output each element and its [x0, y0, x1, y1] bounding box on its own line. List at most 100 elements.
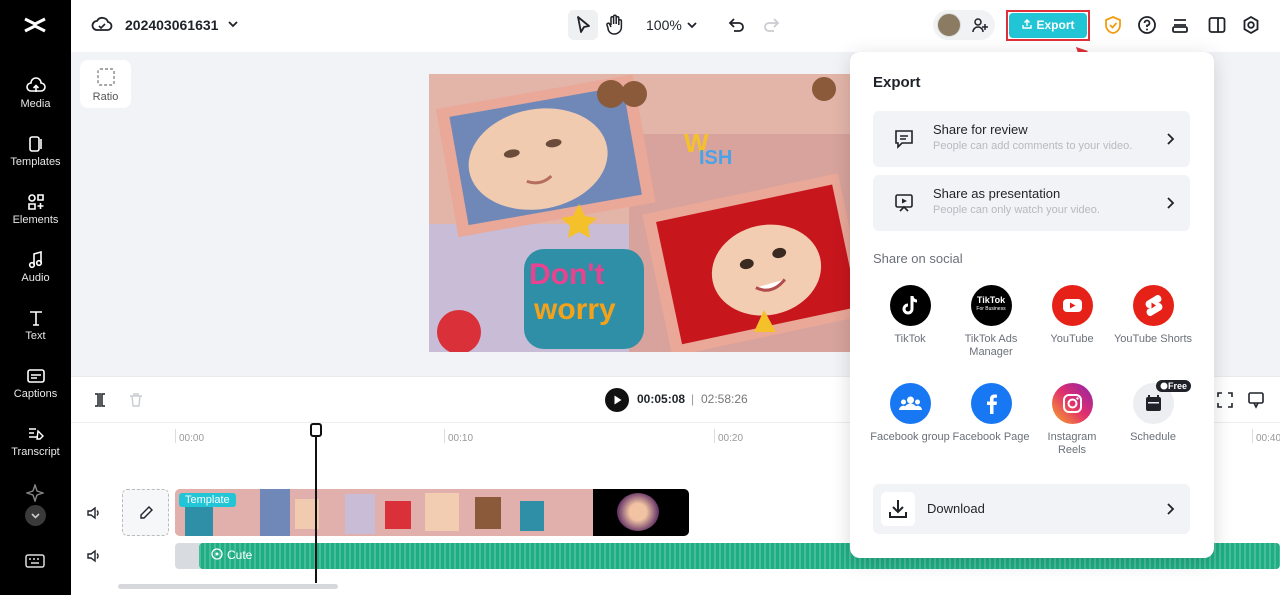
cursor-icon	[577, 16, 590, 33]
share-facebook-group-button[interactable]: Facebook group	[870, 383, 950, 444]
hand-tool-icon[interactable]	[605, 14, 625, 36]
undo-icon[interactable]	[726, 15, 746, 35]
schedule-post-button[interactable]: Schedule	[1113, 383, 1193, 444]
ruler-label: 00:00	[179, 433, 205, 444]
cloud-icon[interactable]	[91, 15, 113, 35]
text-icon	[29, 311, 42, 326]
sidebar-item-label: Elements	[12, 214, 59, 226]
sparkle-icon[interactable]	[26, 484, 44, 502]
total-duration: 02:58:26	[701, 392, 748, 406]
play-icon	[614, 395, 622, 405]
share-presentation-subtitle: People can only watch your video.	[933, 204, 1100, 216]
share-youtube-shorts-button[interactable]: YouTube Shorts	[1113, 285, 1193, 346]
sidebar-item-label: Text	[25, 330, 46, 342]
share-for-review-button[interactable]: Share for review People can add comments…	[873, 111, 1190, 167]
video-clip[interactable]: Template	[175, 489, 689, 536]
download-label: Download	[927, 501, 985, 516]
share-review-title: Share for review	[933, 122, 1028, 137]
tiktok-business-icon: TikTok For Business	[970, 285, 1012, 326]
shield-icon[interactable]	[1104, 15, 1122, 35]
share-facebook-page-button[interactable]: Facebook Page	[951, 383, 1031, 444]
sidebar-item-captions[interactable]: Captions	[0, 367, 71, 400]
delete-icon[interactable]	[128, 392, 144, 408]
share-instagram-reels-button[interactable]: Instagram Reels	[1032, 383, 1112, 457]
settings-icon[interactable]	[1241, 15, 1261, 35]
layers-icon[interactable]	[1170, 15, 1190, 35]
select-tool-button[interactable]	[568, 10, 598, 40]
facebook-group-icon	[889, 383, 931, 424]
sidebar-item-label: Transcript	[11, 446, 60, 458]
sidebar-item-templates[interactable]: Templates	[0, 135, 71, 168]
video-preview[interactable]: W ISH Don't worry	[429, 74, 851, 352]
project-title[interactable]: 202403061631	[125, 17, 218, 33]
audio-clip-label: Cute	[211, 548, 252, 562]
music-disc-icon	[211, 548, 223, 560]
share-tiktok-button[interactable]: TikTok	[870, 285, 950, 346]
cover-button[interactable]	[122, 489, 169, 536]
share-facebook-group-label: Facebook group	[870, 431, 950, 443]
fullscreen-icon[interactable]	[1217, 392, 1233, 408]
zoom-value: 100%	[646, 17, 682, 33]
more-tools-button[interactable]	[25, 505, 46, 526]
ruler-label: 00:40	[1256, 433, 1280, 444]
split-icon[interactable]	[92, 392, 108, 408]
export-button[interactable]: Export	[1009, 13, 1087, 38]
sidebar-item-label: Audio	[21, 272, 50, 284]
facebook-icon	[970, 383, 1012, 424]
sidebar-item-audio[interactable]: Audio	[0, 251, 71, 284]
volume-icon[interactable]	[86, 548, 102, 564]
export-panel-title: Export	[873, 74, 921, 91]
share-youtube-button[interactable]: YouTube	[1032, 285, 1112, 346]
video-frame-image: W ISH Don't worry	[429, 74, 851, 352]
capcut-logo[interactable]	[22, 12, 48, 38]
ratio-button[interactable]: Ratio	[80, 60, 131, 108]
chevron-down-icon[interactable]	[227, 18, 239, 30]
ruler-tick	[1252, 429, 1253, 443]
share-as-presentation-button[interactable]: Share as presentation People can only wa…	[873, 175, 1190, 231]
template-tag-label: Template	[185, 494, 230, 506]
download-button[interactable]: Download	[873, 484, 1190, 534]
playhead-handle[interactable]	[310, 423, 322, 437]
instagram-icon	[1051, 383, 1093, 424]
ratio-icon	[96, 68, 115, 86]
sidebar-item-label: Media	[20, 98, 51, 110]
add-user-icon[interactable]	[971, 16, 989, 34]
sidebar-item-text[interactable]: Text	[0, 309, 71, 342]
feedback-icon[interactable]	[1247, 391, 1265, 409]
youtube-icon	[1051, 285, 1093, 326]
upload-icon	[1022, 19, 1033, 29]
zoom-level[interactable]: 100%	[646, 17, 698, 33]
redo-icon[interactable]	[762, 15, 782, 35]
video-clip-end-thumbnail	[617, 493, 659, 531]
chevron-right-icon	[1167, 197, 1175, 209]
ruler-label: 00:10	[448, 433, 474, 444]
share-tiktok-ads-button[interactable]: TikTok For Business TikTok Ads Manager	[951, 285, 1031, 359]
share-tiktok-label: TikTok	[894, 333, 926, 345]
export-panel: Export Share for review People can add c…	[850, 52, 1214, 558]
share-facebook-page-label: Facebook Page	[952, 431, 1030, 443]
volume-icon[interactable]	[86, 505, 102, 521]
share-review-subtitle: People can add comments to your video.	[933, 140, 1133, 152]
current-time: 00:05:08	[637, 392, 686, 406]
sidebar-item-media[interactable]: Media	[0, 77, 71, 110]
templates-icon	[28, 136, 42, 152]
sidebar-item-transcript[interactable]: Transcript	[0, 425, 71, 458]
play-button[interactable]	[605, 388, 629, 412]
playhead[interactable]	[315, 423, 317, 583]
timeline-scrollbar[interactable]	[118, 584, 338, 589]
tiktok-icon	[889, 285, 931, 326]
panel-toggle-icon[interactable]	[1207, 15, 1227, 35]
svg-text:Don't: Don't	[529, 258, 604, 291]
help-icon[interactable]	[1137, 15, 1157, 35]
share-youtube-label: YouTube	[1050, 333, 1094, 345]
svg-text:ISH: ISH	[699, 147, 732, 169]
elements-icon	[27, 194, 44, 210]
keyboard-icon[interactable]	[25, 553, 45, 569]
sidebar-item-elements[interactable]: Elements	[0, 193, 71, 226]
share-tiktok-ads-label: TikTok Ads Manager	[964, 333, 1018, 358]
avatar[interactable]	[937, 13, 961, 37]
edit-icon	[140, 506, 153, 519]
ruler-label: 00:20	[718, 433, 744, 444]
free-badge: Free	[1156, 380, 1192, 392]
svg-text:worry: worry	[533, 293, 616, 326]
